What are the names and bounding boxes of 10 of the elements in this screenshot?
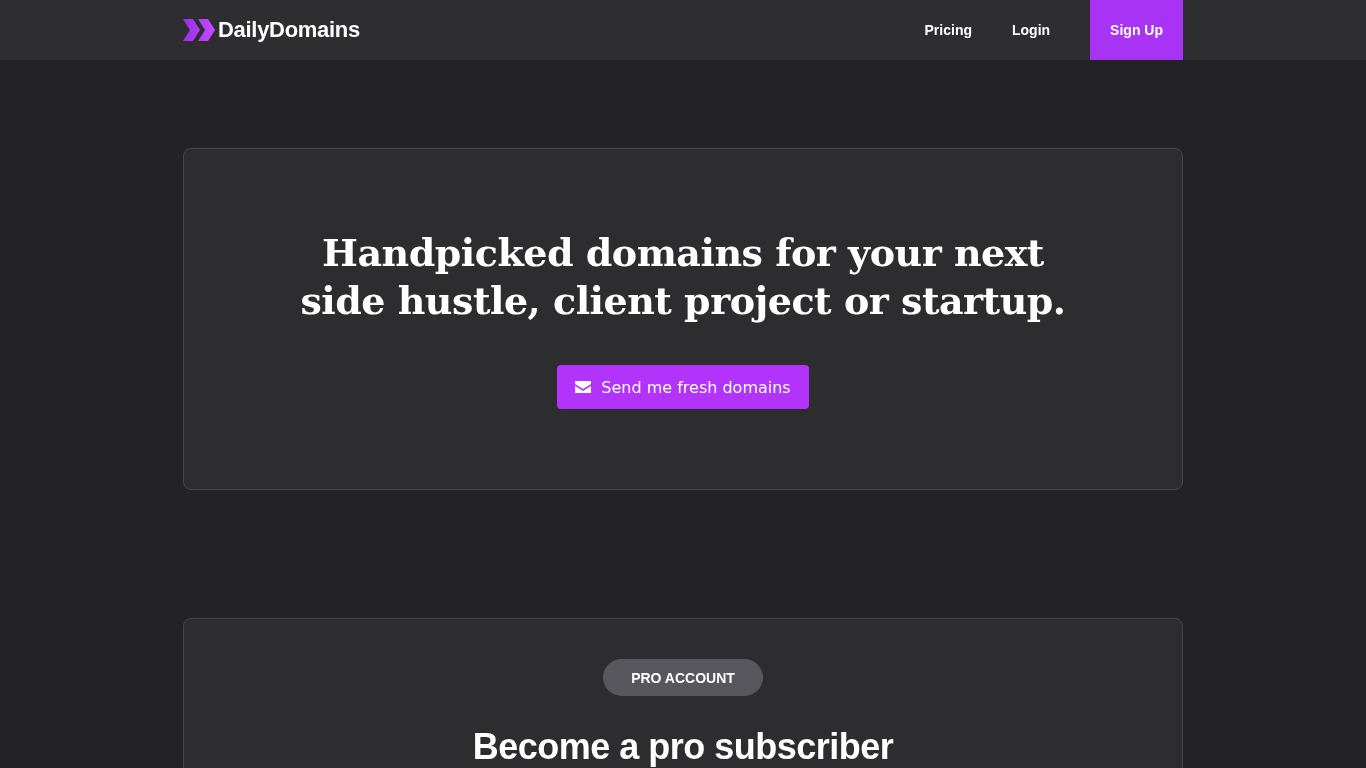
logo-chevrons-icon bbox=[183, 19, 215, 41]
nav-link[interactable]: Pricing bbox=[904, 0, 992, 60]
envelope-icon bbox=[575, 381, 592, 393]
sign-up-button[interactable]: Sign Up bbox=[1090, 0, 1183, 60]
nav-link[interactable]: Login bbox=[992, 0, 1071, 60]
pro-title: Become a pro subscriber bbox=[472, 726, 894, 768]
logo-text[interactable]: DailyDomains bbox=[218, 17, 360, 43]
pro-account-badge: PRO ACCOUNT bbox=[603, 659, 763, 696]
subscribe-button[interactable]: Send me fresh domains bbox=[557, 365, 809, 409]
hero-headline: Handpicked domains for your next side hustle, client project or startup. bbox=[299, 229, 1067, 325]
